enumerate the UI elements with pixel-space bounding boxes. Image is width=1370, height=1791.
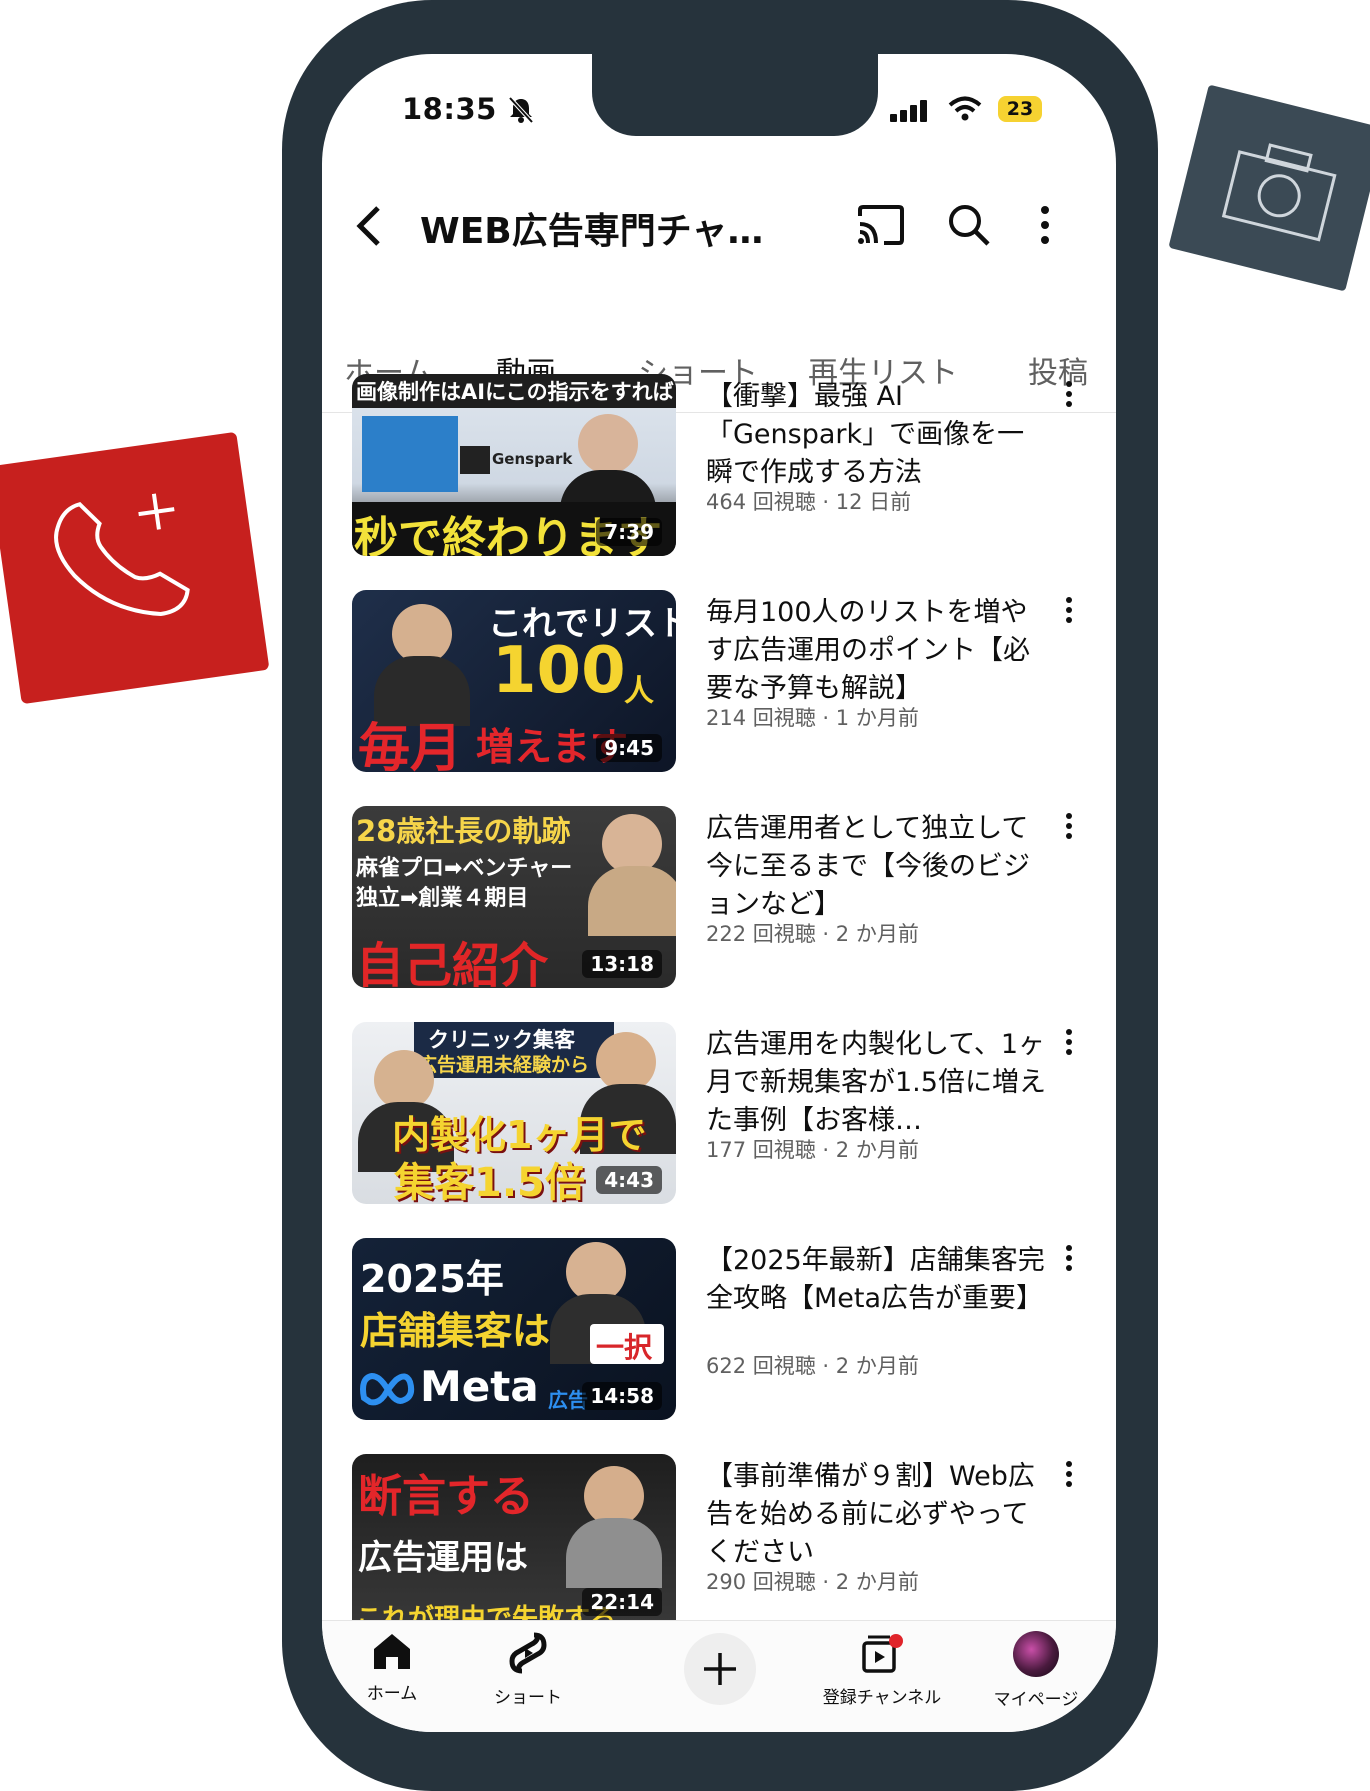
thumbnail-text: 断言する xyxy=(358,1471,534,1522)
video-item[interactable]: これでリスト 100 人 毎月 増えます 9:45 毎月100人のリストを増やす… xyxy=(352,590,1086,774)
thumbnail-text: 麻雀プロ➡ベンチャー xyxy=(356,856,573,881)
thumbnail-text: 独立➡創業４期目 xyxy=(356,886,529,911)
thumbnail-text: 自己紹介 xyxy=(356,938,549,988)
decorative-red-tile xyxy=(0,431,270,705)
video-thumbnail[interactable]: 断言する 広告運用は これが理由で失敗する 22:14 xyxy=(352,1454,676,1636)
video-title[interactable]: 【衝撃】最強 AI「Genspark」で画像を一瞬で作成する方法 xyxy=(706,378,1046,492)
video-meta: 222 回視聴 · 2 か月前 xyxy=(706,922,919,946)
nav-label: マイページ xyxy=(993,1690,1079,1710)
thumbnail-text: 広告運用は xyxy=(358,1538,528,1578)
more-options-icon[interactable] xyxy=(1038,204,1052,250)
thumbnail-text: 画像制作はAIにこの指示をすれば xyxy=(356,380,674,404)
thumbnail-text: Meta xyxy=(420,1362,539,1411)
thumbnail-text: 一択 xyxy=(596,1331,653,1364)
video-thumbnail[interactable]: クリニック集客 広告運用未経験から 内製化1ヶ月で 集客1.5倍 4:43 xyxy=(352,1022,676,1204)
duration-badge: 13:18 xyxy=(582,950,662,978)
battery-indicator: 23 xyxy=(998,96,1042,122)
nav-my-page[interactable]: マイページ xyxy=(966,1631,1106,1710)
nav-label: 登録チャンネル xyxy=(822,1688,942,1708)
wifi-icon xyxy=(948,96,982,126)
video-meta: 464 回視聴 · 12 日前 xyxy=(706,490,912,514)
channel-title: WEB広告専門チャ… xyxy=(420,211,764,252)
video-title[interactable]: 【2025年最新】店舗集客完全攻略【Meta広告が重要】 xyxy=(706,1242,1046,1318)
create-icon xyxy=(702,1651,738,1691)
thumbnail-text: 100 xyxy=(492,634,626,708)
app-bar: WEB広告専門チャ… xyxy=(322,194,1116,264)
phone-screen: 18:35 23 WEB広告専門チャ… ホーム 動画 ショート 再生リスト 投 xyxy=(322,54,1116,1732)
thumbnail-text: 毎月 xyxy=(358,719,463,772)
bottom-navigation: ホーム ショート 登録チャンネル マイページ xyxy=(322,1620,1116,1732)
thumbnail-text: 28歳社長の軌跡 xyxy=(356,814,571,848)
video-thumbnail[interactable]: これでリスト 100 人 毎月 増えます 9:45 xyxy=(352,590,676,772)
duration-badge: 14:58 xyxy=(582,1382,662,1410)
video-meta: 214 回視聴 · 1 か月前 xyxy=(706,706,919,730)
video-more-icon[interactable] xyxy=(1064,1244,1074,1276)
video-title[interactable]: 【事前準備が９割】Web広告を始める前に必ずやってください xyxy=(706,1458,1046,1572)
duration-badge: 9:45 xyxy=(596,734,662,762)
home-icon xyxy=(370,1634,414,1675)
video-item[interactable]: クリニック集客 広告運用未経験から 内製化1ヶ月で 集客1.5倍 4:43 広告… xyxy=(352,1022,1086,1206)
phone-plus-icon xyxy=(54,493,190,617)
thumbnail-text: 2025年 xyxy=(360,1257,504,1301)
video-more-icon[interactable] xyxy=(1064,1028,1074,1060)
duration-badge: 4:43 xyxy=(596,1166,662,1194)
nav-shorts[interactable]: ショート xyxy=(458,1631,598,1708)
thumbnail-text: Genspark xyxy=(492,450,573,468)
video-thumbnail[interactable]: 2025年 店舗集客は 一択 Meta 広告 14:58 xyxy=(352,1238,676,1420)
video-more-icon[interactable] xyxy=(1064,380,1074,412)
back-arrow-icon[interactable] xyxy=(350,204,390,252)
nav-label: ショート xyxy=(494,1688,562,1708)
bell-muted-icon xyxy=(508,96,534,128)
video-meta: 622 回視聴 · 2 か月前 xyxy=(706,1354,919,1378)
nav-label: ホーム xyxy=(366,1684,418,1704)
cast-icon[interactable] xyxy=(856,204,906,250)
decorative-gray-tile xyxy=(1168,84,1370,292)
video-item[interactable]: 28歳社長の軌跡 麻雀プロ➡ベンチャー 独立➡創業４期目 自己紹介 13:18 … xyxy=(352,806,1086,990)
duration-badge: 22:14 xyxy=(582,1588,662,1616)
video-meta: 290 回視聴 · 2 か月前 xyxy=(706,1570,919,1594)
video-title[interactable]: 広告運用者として独立して今に至るまで【今後のビジョンなど】 xyxy=(706,810,1046,924)
meta-logo-icon xyxy=(358,1368,418,1412)
duration-badge: 7:39 xyxy=(596,518,662,546)
nav-subscriptions[interactable]: 登録チャンネル xyxy=(812,1631,952,1708)
nav-home[interactable]: ホーム xyxy=(322,1631,462,1704)
camera-icon xyxy=(1221,143,1337,242)
video-more-icon[interactable] xyxy=(1064,812,1074,844)
video-thumbnail[interactable]: 画像制作はAIにこの指示をすれば Genspark 秒で終わります 7:39 xyxy=(352,374,676,556)
search-icon[interactable] xyxy=(946,202,992,252)
video-title[interactable]: 毎月100人のリストを増やす広告運用のポイント【必要な予算も解説】 xyxy=(706,594,1046,708)
video-more-icon[interactable] xyxy=(1064,1460,1074,1492)
thumbnail-text: 人 xyxy=(624,674,654,709)
shorts-icon xyxy=(508,1632,548,1679)
video-thumbnail[interactable]: 28歳社長の軌跡 麻雀プロ➡ベンチャー 独立➡創業４期目 自己紹介 13:18 xyxy=(352,806,676,988)
avatar xyxy=(1013,1631,1059,1677)
status-time: 18:35 xyxy=(402,92,497,126)
video-item[interactable]: 断言する 広告運用は これが理由で失敗する 22:14 【事前準備が９割】Web… xyxy=(352,1454,1086,1638)
video-more-icon[interactable] xyxy=(1064,596,1074,628)
video-meta: 177 回視聴 · 2 か月前 xyxy=(706,1138,919,1162)
thumbnail-text: 店舗集客は xyxy=(360,1309,551,1353)
video-title[interactable]: 広告運用を内製化して、1ヶ月で新規集客が1.5倍に増えた事例【お客様… xyxy=(706,1026,1046,1140)
thumbnail-text: 広告運用未経験から xyxy=(418,1054,590,1076)
video-item[interactable]: 2025年 店舗集客は 一択 Meta 広告 14:58 【2025年最新】店舗… xyxy=(352,1238,1086,1422)
thumbnail-text: 集客1.5倍 xyxy=(394,1160,585,1204)
video-item[interactable]: 画像制作はAIにこの指示をすれば Genspark 秒で終わります 7:39 【… xyxy=(352,374,1086,558)
subscriptions-icon xyxy=(858,1634,906,1679)
create-button[interactable] xyxy=(684,1633,756,1705)
signal-icon xyxy=(890,100,930,126)
status-bar: 18:35 23 xyxy=(322,92,1116,132)
